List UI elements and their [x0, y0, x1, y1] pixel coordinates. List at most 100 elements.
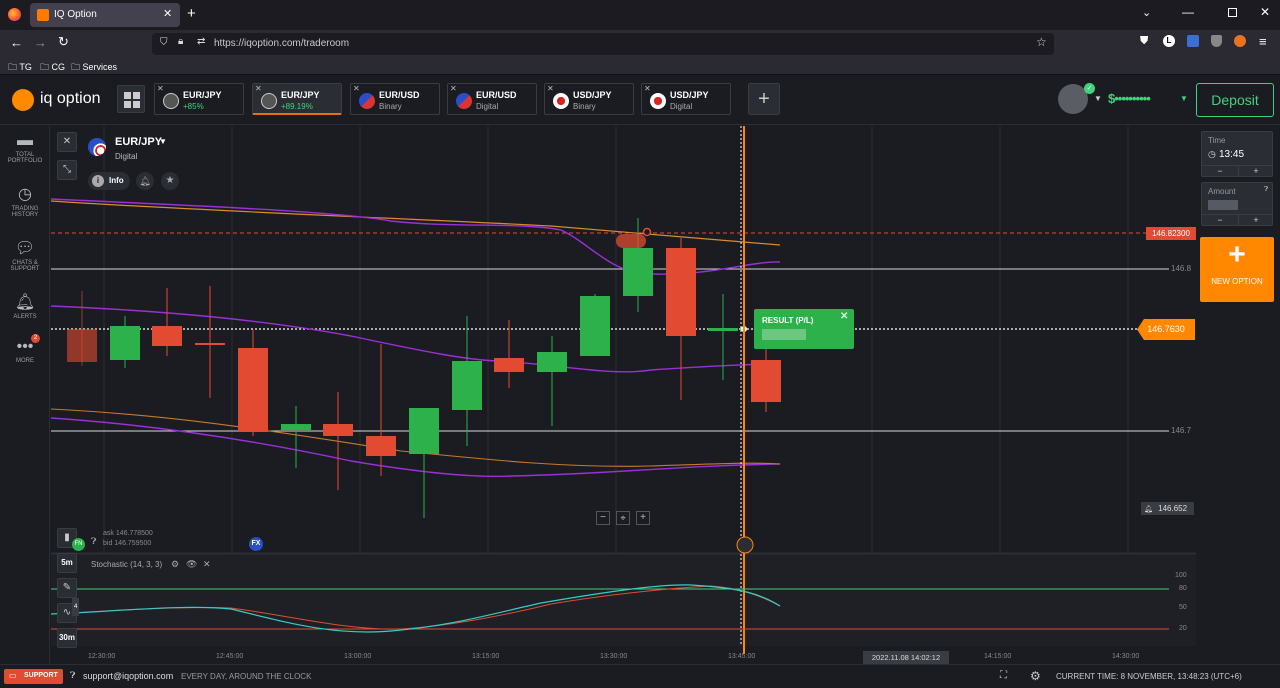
asset-tab-name: EUR/JPY: [183, 90, 222, 100]
close-asset-tab-icon[interactable]: ✕: [644, 84, 651, 93]
zoom-reset-button[interactable]: ⌖: [616, 511, 630, 525]
firefox-logo-icon[interactable]: [8, 8, 21, 21]
draw-tool-button[interactable]: ✎: [57, 578, 77, 598]
minimize-window-icon[interactable]: —: [1182, 5, 1194, 19]
support-icon: ▭: [9, 671, 17, 680]
new-tab-button[interactable]: +: [187, 5, 196, 22]
amount-minus-button[interactable]: −: [1202, 214, 1238, 226]
favorite-button[interactable]: ★: [161, 172, 179, 190]
asset-tab-usdjpy-digital[interactable]: ✕ USD/JPY Digital: [641, 83, 731, 115]
menu-icon[interactable]: ≡: [1259, 34, 1267, 49]
strike-marker: [616, 234, 646, 248]
sidebar-item-portfolio[interactable]: ▬ TOTAL PORTFOLIO: [0, 132, 50, 164]
extension-fox-icon[interactable]: [1234, 35, 1246, 47]
asset-tab-eurjpy-1[interactable]: ✕ EUR/JPY +85%: [154, 83, 244, 115]
asset-tab-usdjpy-binary[interactable]: ✕ USD/JPY Binary: [544, 83, 634, 115]
zoom-in-button[interactable]: +: [636, 511, 650, 525]
list-tabs-icon[interactable]: ⌄: [1142, 6, 1151, 19]
sidebar-item-alerts[interactable]: 🔔︎ ALERTS: [0, 292, 50, 320]
level-label-146-8: 146.8: [1171, 264, 1192, 273]
timeframe-5m-button[interactable]: 5m: [57, 553, 77, 573]
sidebar-item-history[interactable]: ◷ TRADING HISTORY: [0, 184, 50, 218]
url-bar[interactable]: ⛉ 🔒︎ ⇄ https://iqoption.com/traderoom ☆: [152, 33, 1054, 55]
restore-window-icon[interactable]: [1228, 8, 1237, 17]
bear-candle: [238, 348, 268, 432]
bookmark-folder-services[interactable]: 🗀︎ Services: [71, 60, 117, 76]
sidebar-item-label: MORE: [16, 358, 34, 364]
pocket-icon[interactable]: ⛊: [1140, 35, 1148, 48]
asset-tab-name: EUR/USD: [476, 90, 517, 100]
time-minus-button[interactable]: −: [1202, 165, 1238, 177]
expand-chart-button[interactable]: ⤡: [57, 160, 77, 180]
asset-dropdown-icon[interactable]: ▼: [159, 137, 167, 146]
lock-icon[interactable]: 🔒︎: [178, 36, 183, 47]
fullscreen-icon[interactable]: ⛶: [1000, 670, 1007, 681]
indicator-remove-icon[interactable]: ✕: [203, 559, 211, 570]
folder-icon: 🗀︎: [8, 62, 18, 72]
close-asset-tab-icon[interactable]: ✕: [353, 84, 360, 93]
reload-icon[interactable]: ↻: [58, 34, 69, 50]
price-alert-button[interactable]: 🔔︎: [136, 172, 154, 190]
sidebar-item-more[interactable]: ••• MORE 2: [0, 334, 50, 364]
sidebar-item-chats[interactable]: 💬︎ CHATS & SUPPORT: [0, 238, 50, 272]
price-chart[interactable]: [51, 126, 1199, 664]
permissions-icon[interactable]: ⇄: [197, 36, 205, 47]
asset-tab-sub: +89.19%: [281, 102, 313, 111]
close-chart-button[interactable]: ✕: [57, 132, 77, 152]
amount-plus-button[interactable]: +: [1238, 214, 1273, 226]
close-asset-tab-icon[interactable]: ✕: [547, 84, 554, 93]
sidebar-item-label: TRADING HISTORY: [11, 206, 39, 218]
close-asset-tab-icon[interactable]: ✕: [157, 84, 164, 93]
timeframe-30m-button[interactable]: 30m: [57, 628, 77, 648]
assets-grid-button[interactable]: [117, 85, 145, 113]
deposit-button[interactable]: Deposit: [1196, 83, 1274, 117]
balance-display[interactable]: $••••••••••: [1108, 91, 1151, 106]
extension-blue-icon[interactable]: [1187, 35, 1199, 47]
close-window-icon[interactable]: ✕: [1260, 5, 1270, 19]
close-result-icon[interactable]: ✕: [840, 311, 848, 322]
new-option-button[interactable]: + NEW OPTION: [1200, 237, 1274, 302]
bookmark-star-icon[interactable]: ☆: [1036, 35, 1047, 49]
extension-shield-icon[interactable]: [1211, 35, 1222, 47]
close-asset-tab-icon[interactable]: ✕: [450, 84, 457, 93]
bear-candle: [195, 343, 225, 345]
asset-tab-eurjpy-2[interactable]: ✕ EUR/JPY +89.19%: [252, 83, 342, 115]
support-button[interactable]: ▭ SUPPORT: [4, 669, 63, 684]
close-asset-tab-icon[interactable]: ✕: [255, 84, 262, 93]
zoom-out-button[interactable]: −: [596, 511, 610, 525]
back-arrow-icon[interactable]: ←: [10, 35, 23, 50]
asset-name[interactable]: EUR/JPY: [115, 136, 162, 148]
add-asset-tab-button[interactable]: +: [748, 83, 780, 115]
time-selector[interactable]: Time ◷ 13:45 − +: [1201, 131, 1273, 177]
verified-check-icon: ✓: [1084, 83, 1095, 94]
forward-arrow-icon[interactable]: →: [34, 35, 47, 50]
amount-selector[interactable]: Amount ❓︎ − +: [1201, 182, 1273, 226]
settings-gear-icon[interactable]: ⚙: [1030, 669, 1041, 683]
profile-dropdown-icon[interactable]: ▼: [1094, 94, 1102, 103]
bull-candle: [409, 408, 439, 454]
bell-icon: 🔔︎: [14, 294, 36, 311]
close-tab-icon[interactable]: ✕: [163, 7, 172, 20]
help-icon[interactable]: ❓︎: [91, 536, 96, 547]
amount-help-icon[interactable]: ❓︎: [1264, 186, 1268, 194]
balance-dropdown-icon[interactable]: ▼: [1180, 94, 1188, 103]
time-plus-button[interactable]: +: [1238, 165, 1273, 177]
bookmarks-bar: 🗀︎ TG 🗀︎ CG 🗀︎ Services: [0, 57, 1280, 75]
shield-icon[interactable]: ⛉: [160, 37, 168, 48]
browser-tab[interactable]: IQ Option ✕: [30, 3, 180, 27]
bookmark-folder-tg[interactable]: 🗀︎ TG: [8, 60, 32, 76]
bookmark-folder-cg[interactable]: 🗀︎ CG: [40, 60, 65, 76]
asset-tab-eurusd-digital[interactable]: ✕ EUR/USD Digital: [447, 83, 537, 115]
chart-area[interactable]: ✕ ⤡ EUR/JPY ▼ Digital i Info 🔔︎ ★ 146.82…: [51, 126, 1199, 664]
folder-icon: 🗀︎: [71, 62, 81, 72]
support-email[interactable]: support@iqoption.com: [83, 671, 173, 681]
new-option-label: NEW OPTION: [1211, 277, 1263, 286]
indicators-button[interactable]: ∿ 4: [57, 598, 80, 623]
indicator-visibility-icon[interactable]: 👁︎: [186, 559, 197, 570]
info-button[interactable]: i Info: [88, 172, 130, 190]
asset-tab-eurusd-binary[interactable]: ✕ EUR/USD Binary: [350, 83, 440, 115]
amount-value-blurred: [1208, 200, 1238, 210]
indicator-settings-icon[interactable]: ⚙: [171, 559, 179, 570]
result-popup[interactable]: RESULT (P/L) ✕: [754, 309, 854, 349]
extension-l-icon[interactable]: L: [1163, 35, 1175, 47]
